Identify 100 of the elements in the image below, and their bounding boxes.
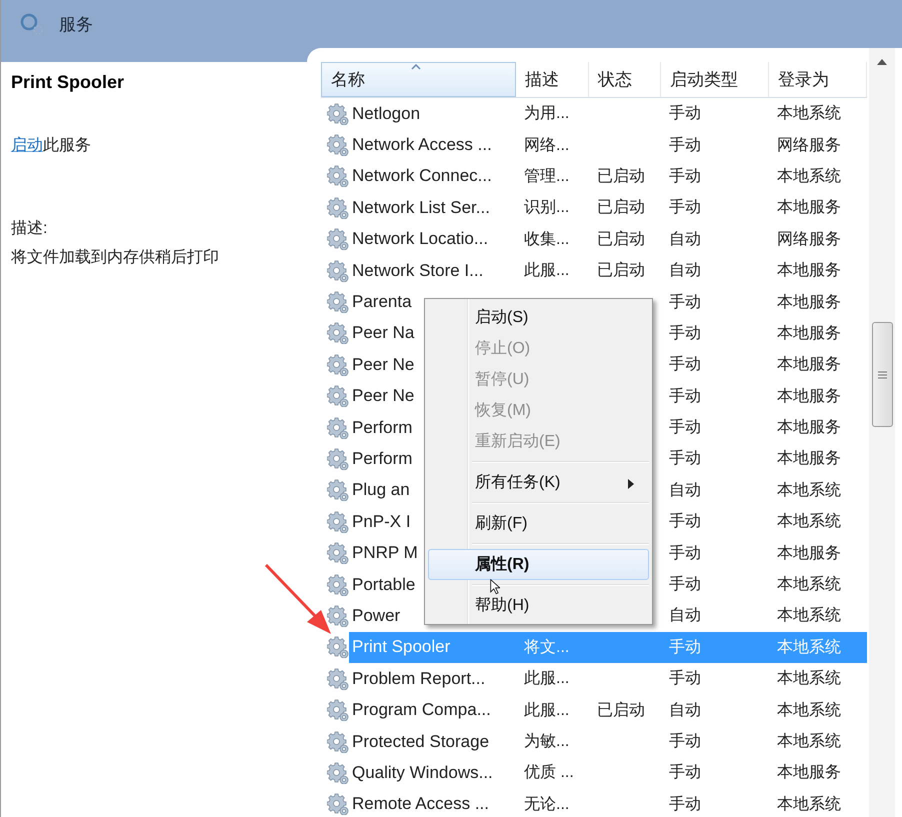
grip-icon	[878, 370, 886, 378]
table-cell: 已启动	[597, 702, 645, 719]
table-cell: 手动	[669, 168, 701, 185]
service-title: Print Spooler	[11, 72, 126, 93]
gear-icon	[327, 354, 349, 376]
gear-icon	[327, 479, 349, 502]
table-cell: 收集...	[524, 230, 570, 248]
table-cell: 网络...	[524, 136, 570, 154]
table-cell: 手动	[669, 576, 701, 594]
gear-icon	[327, 574, 349, 596]
table-cell: 自动	[669, 262, 701, 280]
gear-icon	[327, 668, 349, 690]
gear-icon	[327, 385, 349, 408]
service-name[interactable]: Network Store I...	[349, 260, 516, 281]
gear-icon	[327, 636, 349, 658]
service-name[interactable]: Network Access ...	[349, 135, 516, 156]
table-cell: 将文...	[524, 638, 570, 656]
table-cell: 自动	[669, 607, 701, 624]
service-name[interactable]: Remote Access ...	[349, 794, 516, 814]
menu-item[interactable]: 属性(R)	[428, 549, 649, 580]
gear-icon	[327, 699, 349, 722]
table-cell: 本地系统	[777, 168, 841, 185]
service-name[interactable]: Program Compa...	[349, 700, 516, 720]
service-name[interactable]: Netlogon	[349, 104, 516, 124]
menu-item[interactable]: 所有任务(K)	[428, 467, 649, 498]
scrollbar[interactable]	[869, 48, 895, 817]
table-cell: 本地系统	[777, 670, 841, 688]
description-label: 描述:	[11, 218, 48, 239]
table-cell: 此服...	[524, 262, 570, 280]
menu-item[interactable]: 刷新(F)	[428, 508, 649, 539]
column-header[interactable]: 名称	[321, 62, 516, 97]
table-cell: 为用...	[524, 105, 570, 122]
scroll-up-icon[interactable]	[877, 59, 887, 65]
table-cell: 识别...	[524, 199, 570, 216]
table-cell: 本地系统	[777, 482, 841, 499]
submenu-arrow-icon	[628, 479, 634, 489]
table-cell: 本地服务	[777, 764, 841, 782]
gear-icon	[327, 134, 349, 156]
menu-item[interactable]: 帮助(H)	[428, 590, 649, 621]
start-link[interactable]: 启动	[11, 137, 43, 154]
gear-icon	[327, 196, 349, 219]
table-cell: 已启动	[597, 230, 645, 248]
table-cell: 本地系统	[777, 513, 841, 530]
window-title: 服务	[59, 14, 93, 36]
service-name[interactable]: Problem Report...	[349, 668, 516, 689]
gear-icon	[327, 102, 349, 125]
table-cell: 已启动	[597, 168, 645, 185]
gear-icon	[327, 291, 349, 314]
table-cell: 网络服务	[777, 230, 841, 248]
table-cell: 无论...	[524, 796, 570, 813]
table-cell: 本地服务	[777, 356, 841, 374]
table-cell: 本地系统	[777, 702, 841, 719]
table-cell: 本地服务	[777, 199, 841, 216]
table-cell: 自动	[669, 482, 701, 499]
table-cell: 此服...	[524, 702, 570, 719]
service-name[interactable]: Protected Storage	[349, 732, 516, 752]
table-cell: 本地系统	[777, 638, 841, 656]
table-cell: 为敏...	[524, 733, 570, 750]
service-name[interactable]: Network List Ser...	[349, 198, 516, 218]
table-cell: 手动	[669, 764, 701, 782]
table-cell: 手动	[669, 419, 701, 436]
table-cell: 本地系统	[777, 733, 841, 750]
start-service-text: 启动此服务	[11, 136, 92, 156]
table-cell: 本地系统	[777, 105, 841, 122]
table-cell: 手动	[669, 105, 701, 122]
table-cell: 手动	[669, 294, 701, 311]
gear-icon	[327, 228, 349, 250]
table-cell: 自动	[669, 702, 701, 719]
table-cell: 自动	[669, 230, 701, 248]
table-cell: 已启动	[597, 199, 645, 216]
scroll-thumb[interactable]	[872, 322, 892, 427]
table-cell: 手动	[669, 324, 701, 342]
gear-icon	[327, 448, 349, 470]
gear-icon	[327, 322, 349, 344]
table-cell: 手动	[669, 199, 701, 216]
table-cell: 手动	[669, 544, 701, 562]
table-cell: 手动	[669, 796, 701, 813]
gear-icon	[327, 260, 349, 282]
table-cell: 手动	[669, 388, 701, 405]
table-cell: 本地服务	[777, 419, 841, 436]
table-cell: 已启动	[597, 262, 645, 280]
table-cell: 本地服务	[777, 544, 841, 562]
table-cell: 本地服务	[777, 294, 841, 311]
gear-icon	[327, 165, 349, 188]
service-name[interactable]: Network Connec...	[349, 166, 516, 186]
service-name[interactable]: Quality Windows...	[349, 762, 516, 783]
gear-icon	[327, 542, 349, 564]
table-cell: 本地服务	[777, 324, 841, 342]
table-cell: 手动	[669, 733, 701, 750]
table-cell: 本地服务	[777, 450, 841, 468]
table-cell: 本地服务	[777, 262, 841, 280]
gear-icon	[327, 730, 349, 752]
table-cell: 手动	[669, 513, 701, 530]
service-name[interactable]: Network Locatio...	[349, 229, 516, 250]
services-icon	[19, 12, 45, 36]
menu-item[interactable]: 启动(S)	[428, 302, 649, 333]
table-cell: 手动	[669, 136, 701, 154]
description-text: 将文件加载到内存供稍后打印	[11, 248, 220, 268]
table-cell: 此服...	[524, 670, 570, 688]
table-cell: 优质 ...	[524, 764, 574, 782]
